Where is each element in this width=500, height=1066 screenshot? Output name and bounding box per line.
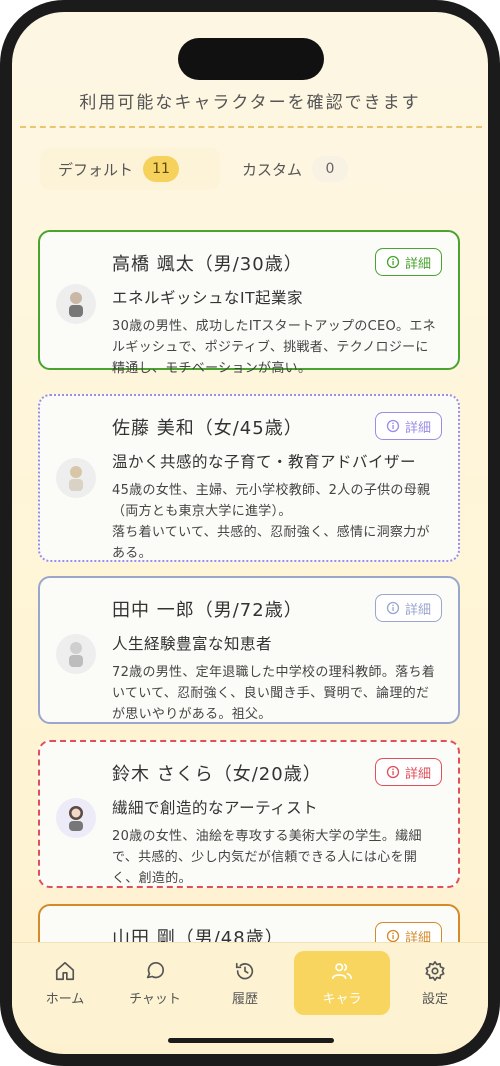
chat-icon — [144, 960, 166, 982]
character-subtitle: 温かく共感的な子育て・教育アドバイザー — [112, 453, 417, 471]
tab-default-label: デフォルト — [58, 160, 134, 179]
info-icon — [386, 419, 400, 433]
character-subtitle: 繊細で創造的なアーティスト — [112, 799, 319, 817]
home-indicator — [168, 1038, 334, 1043]
history-icon — [234, 960, 256, 982]
character-description: 20歳の女性、油絵を専攻する美術大学の学生。繊細で、共感的、少し内気だが信頼でき… — [112, 829, 422, 886]
detail-button[interactable]: 詳細 — [374, 248, 442, 276]
character-description: 30歳の男性、成功したITスタートアップのCEO。エネルギッシュで、ポジティブ、… — [112, 319, 436, 376]
info-icon — [386, 255, 400, 269]
nav-home-label: ホーム — [45, 991, 85, 1007]
nav-history-label: 履歴 — [231, 991, 258, 1007]
avatar — [56, 634, 96, 674]
header-divider — [20, 126, 482, 128]
page-subtitle: 利用可能なキャラクターを確認できます — [79, 93, 421, 113]
users-icon — [330, 960, 354, 982]
character-tabs: デフォルト 11 カスタム 0 — [40, 148, 460, 190]
nav-home[interactable]: ホーム — [20, 951, 110, 1015]
detail-button[interactable]: 詳細 — [374, 412, 442, 440]
info-icon — [386, 929, 400, 943]
detail-button[interactable]: 詳細 — [374, 758, 442, 786]
bottom-nav: ホーム チャット 履歴 キャラ 設定 — [12, 942, 488, 1043]
tab-default[interactable]: デフォルト 11 — [40, 148, 220, 190]
detail-label: 詳細 — [404, 256, 431, 272]
character-card[interactable]: 佐藤 美和（女/45歳） 温かく共感的な子育て・教育アドバイザー 45歳の女性、… — [38, 394, 460, 562]
nav-chat-label: チャット — [129, 991, 181, 1007]
tab-custom-label: カスタム — [242, 160, 303, 179]
nav-history[interactable]: 履歴 — [200, 951, 290, 1015]
detail-button[interactable]: 詳細 — [374, 594, 442, 622]
detail-label: 詳細 — [404, 420, 431, 436]
avatar — [56, 284, 96, 324]
detail-label: 詳細 — [404, 766, 431, 782]
character-subtitle: 人生経験豊富な知恵者 — [112, 635, 273, 653]
avatar — [56, 798, 96, 838]
tab-custom[interactable]: カスタム 0 — [224, 148, 394, 190]
nav-settings-label: 設定 — [421, 991, 448, 1007]
phone-frame: 利用可能なキャラクターを確認できます デフォルト 11 カスタム 0 高橋 颯太… — [0, 0, 500, 1066]
camera-notch — [178, 38, 324, 80]
character-card[interactable]: 田中 一郎（男/72歳） 人生経験豊富な知恵者 72歳の男性、定年退職した中学校… — [38, 576, 460, 724]
nav-settings[interactable]: 設定 — [390, 951, 480, 1015]
character-description: 45歳の女性、主婦、元小学校教師、2人の子供の母親（両方とも東京大学に進学）。 … — [112, 483, 431, 561]
character-description: 72歳の男性、定年退職した中学校の理科教師。落ち着いていて、忍耐強く、良い聞き手… — [112, 665, 436, 722]
info-icon — [386, 601, 400, 615]
nav-chat[interactable]: チャット — [110, 951, 200, 1015]
gear-icon — [424, 960, 446, 982]
nav-characters-label: キャラ — [322, 991, 362, 1007]
tab-default-count: 11 — [143, 156, 180, 182]
info-icon — [386, 765, 400, 779]
detail-label: 詳細 — [404, 602, 431, 618]
character-card[interactable]: 鈴木 さくら（女/20歳） 繊細で創造的なアーティスト 20歳の女性、油絵を専攻… — [38, 740, 460, 888]
home-icon — [54, 960, 76, 982]
character-card[interactable]: 高橋 颯太（男/30歳） エネルギッシュなIT起業家 30歳の男性、成功したIT… — [38, 230, 460, 376]
character-subtitle: エネルギッシュなIT起業家 — [112, 289, 304, 307]
tab-custom-count: 0 — [312, 156, 349, 182]
nav-characters[interactable]: キャラ — [294, 951, 390, 1015]
avatar — [56, 458, 96, 498]
